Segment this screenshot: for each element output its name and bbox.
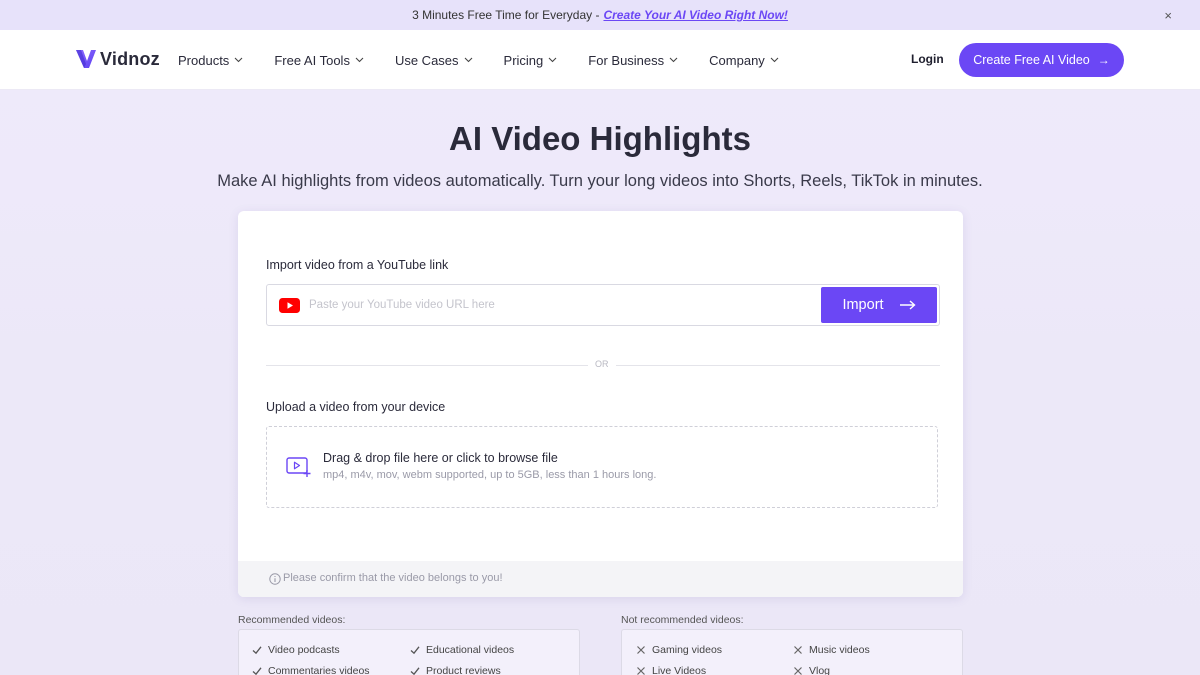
youtube-import-label: Import video from a YouTube link: [266, 258, 449, 272]
chevron-down-icon: [548, 57, 557, 63]
promo-link[interactable]: Create Your AI Video Right Now!: [603, 8, 787, 22]
main-nav: Products Free AI Tools Use Cases Pricing…: [178, 30, 810, 90]
arrow-right-icon: [899, 300, 916, 310]
item-label: Video podcasts: [268, 644, 340, 656]
info-icon: [269, 573, 281, 585]
list-item: Educational videos: [410, 644, 514, 656]
item-label: Commentaries videos: [268, 665, 370, 675]
logo[interactable]: Vidnoz: [74, 47, 160, 71]
nav-use-cases[interactable]: Use Cases: [395, 53, 473, 68]
item-label: Educational videos: [426, 644, 515, 656]
chevron-down-icon: [464, 57, 472, 63]
youtube-url-input[interactable]: [309, 286, 814, 324]
nav-free-ai-tools[interactable]: Free AI Tools: [274, 53, 364, 68]
divider-line: [266, 365, 588, 366]
file-drop-zone[interactable]: Drag & drop file here or click to browse…: [266, 426, 938, 508]
list-item: Commentaries videos: [252, 665, 370, 675]
promo-text: 3 Minutes Free Time for Everyday -: [412, 8, 600, 22]
cross-icon: [794, 646, 802, 654]
cta-label: Create Free AI Video: [973, 53, 1090, 67]
or-divider: OR: [266, 359, 940, 373]
chevron-down-icon: [669, 57, 678, 63]
list-item: Video podcasts: [252, 644, 340, 656]
drop-subtitle: mp4, m4v, mov, webm supported, up to 5GB…: [323, 469, 657, 481]
item-label: Music videos: [809, 644, 870, 656]
arrow-right-icon: →: [1097, 53, 1110, 67]
nav-pricing[interactable]: Pricing: [504, 53, 558, 68]
create-free-ai-video-button[interactable]: Create Free AI Video →: [959, 43, 1124, 77]
list-item: Live Videos: [636, 665, 706, 675]
nav-label: Pricing: [503, 52, 544, 68]
confirm-text: Please confirm that the video belongs to…: [283, 572, 503, 584]
check-icon: [410, 667, 420, 675]
close-icon[interactable]: ×: [1164, 8, 1172, 23]
import-button[interactable]: Import: [821, 287, 937, 323]
check-icon: [252, 667, 262, 675]
import-label: Import: [842, 297, 884, 313]
item-label: Product reviews: [426, 665, 501, 675]
nav-label: Company: [709, 52, 765, 68]
chevron-down-icon: [355, 57, 364, 63]
login-link[interactable]: Login: [911, 52, 944, 66]
nav-label: Free AI Tools: [274, 52, 350, 68]
nav-products[interactable]: Products: [178, 53, 243, 68]
youtube-url-row: Import: [266, 284, 940, 326]
recommended-list: Video podcasts Educational videos Commen…: [238, 629, 580, 675]
list-item: Music videos: [793, 644, 870, 656]
list-item: Vlog: [793, 665, 830, 675]
vidnoz-logo-icon: [76, 50, 96, 68]
drop-title: Drag & drop file here or click to browse…: [323, 451, 558, 465]
not-recommended-list: Gaming videos Music videos Live Videos V…: [621, 629, 963, 675]
not-recommended-label: Not recommended videos:: [621, 614, 744, 626]
page-title: AI Video Highlights: [449, 120, 751, 157]
recommended-label: Recommended videos:: [238, 614, 346, 626]
chevron-down-icon: [234, 57, 243, 63]
check-icon: [252, 646, 262, 655]
logo-text: Vidnoz: [100, 48, 160, 69]
item-label: Vlog: [809, 665, 831, 675]
list-item: Gaming videos: [636, 644, 722, 656]
cross-icon: [637, 667, 645, 675]
chevron-down-icon: [770, 57, 779, 63]
site-header: Vidnoz Products Free AI Tools Use Cases …: [0, 30, 1200, 90]
nav-label: Products: [178, 52, 230, 68]
promo-bar: 3 Minutes Free Time for Everyday - Creat…: [0, 0, 1200, 30]
page-subtitle: Make AI highlights from videos automatic…: [217, 172, 983, 190]
divider-line: [616, 365, 940, 366]
upload-card: Import video from a YouTube link Import …: [238, 211, 963, 597]
upload-label: Upload a video from your device: [266, 400, 446, 414]
item-label: Gaming videos: [652, 644, 723, 656]
cross-icon: [794, 667, 802, 675]
nav-company[interactable]: Company: [709, 53, 779, 68]
youtube-icon: [279, 298, 300, 313]
nav-label: For Business: [588, 52, 665, 68]
ownership-notice: Please confirm that the video belongs to…: [238, 561, 963, 597]
or-text: OR: [595, 359, 609, 369]
check-icon: [410, 646, 420, 655]
nav-for-business[interactable]: For Business: [588, 53, 678, 68]
nav-label: Use Cases: [394, 52, 459, 68]
cross-icon: [637, 646, 645, 654]
item-label: Live Videos: [652, 665, 707, 675]
video-upload-icon: [286, 457, 311, 477]
list-item: Product reviews: [410, 665, 501, 675]
